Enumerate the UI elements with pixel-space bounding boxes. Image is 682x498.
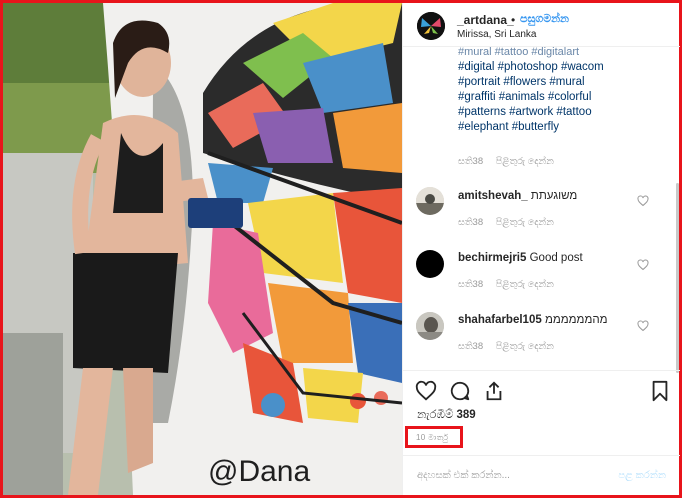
comment-text: מהממממממ xyxy=(544,314,608,326)
comment-age[interactable]: සති38 xyxy=(458,279,483,290)
post-media[interactable]: @Dana xyxy=(3,3,402,495)
comment-meta: සති38 පිළිතුරු දෙන්න xyxy=(458,279,564,290)
comment-meta: සති38 පිළිතුරු දෙන්න xyxy=(458,341,564,352)
author-avatar[interactable] xyxy=(417,12,445,40)
comment-text: Good post xyxy=(529,252,583,264)
comment-text: משוגעתת xyxy=(530,190,578,202)
follow-button[interactable]: පසුගමන්න xyxy=(520,13,569,26)
like-comment-heart-icon[interactable] xyxy=(637,195,649,207)
post-caption: #mural #tattoo #digitalart #digital #pho… xyxy=(458,46,668,135)
user-photo-icon xyxy=(416,312,444,340)
comments-scrollbar[interactable] xyxy=(676,183,679,373)
comment-username[interactable]: bechirmejri5 xyxy=(458,252,526,264)
caption-line[interactable]: #portrait #flowers #mural xyxy=(458,75,668,90)
comment-item: shahafarbel105 מהממממממ xyxy=(458,314,608,326)
user-photo-icon xyxy=(416,187,444,215)
butterfly-avatar-icon xyxy=(417,12,445,40)
comment-reply-button[interactable]: පිළිතුරු දෙන්න xyxy=(496,279,554,290)
post-location[interactable]: Mirissa, Sri Lanka xyxy=(457,29,536,40)
comment-meta: සති38 පිළිතුරු දෙන්න xyxy=(458,217,564,228)
caption-line[interactable]: #patterns #artwork #tattoo xyxy=(458,105,668,120)
views-number: 389 xyxy=(456,409,476,421)
comment-item: bechirmejri5 Good post xyxy=(458,252,583,264)
comment-username[interactable]: shahafarbel105 xyxy=(458,314,542,326)
like-comment-heart-icon[interactable] xyxy=(637,259,649,271)
caption-line[interactable]: #graffiti #animals #colorful xyxy=(458,90,668,105)
caption-age[interactable]: සති38 xyxy=(458,156,483,167)
post-panel: _artdana_ • පසුගමන්න Mirissa, Sri Lanka … xyxy=(402,3,680,495)
post-comment-button[interactable]: පළ කරන්න xyxy=(618,470,666,481)
views-label: නැරඹීම් xyxy=(417,409,454,421)
mural-photo: @Dana xyxy=(3,3,402,495)
comment-reply-button[interactable]: පිළිතුරු දෙන්න xyxy=(496,341,554,352)
share-icon[interactable] xyxy=(483,380,505,402)
comment-input[interactable]: අදහසක් එක් කරන්න... xyxy=(417,470,510,481)
post-header: _artdana_ • පසුගමන්න Mirissa, Sri Lanka xyxy=(403,3,680,47)
caption-line[interactable]: #elephant #butterfly xyxy=(458,120,668,135)
commenter-avatar[interactable] xyxy=(416,312,444,340)
caption-line[interactable]: #digital #photoshop #wacom xyxy=(458,60,668,75)
comment-age[interactable]: සති38 xyxy=(458,217,483,228)
comment-icon[interactable] xyxy=(449,380,471,402)
comment-item: amitshevah_ משוגעתת xyxy=(458,190,577,202)
comment-reply-button[interactable]: පිළිතුරු දෙන්න xyxy=(496,217,554,228)
commenter-avatar[interactable] xyxy=(416,250,444,278)
comment-age[interactable]: සති38 xyxy=(458,341,483,352)
wall-signature: @Dana xyxy=(208,455,310,488)
caption-line-partial[interactable]: #mural #tattoo #digitalart xyxy=(458,45,668,60)
action-bar xyxy=(403,370,680,402)
views-count[interactable]: නැරඹීම් 389 xyxy=(417,409,476,422)
caption-reply-button[interactable]: පිළිතුරු දෙන්න xyxy=(496,156,554,167)
heart-icon[interactable] xyxy=(415,380,437,402)
author-username[interactable]: _artdana_ xyxy=(457,13,514,27)
separator-dot: • xyxy=(511,13,516,27)
post-date[interactable]: 10 මාර්තු xyxy=(416,433,448,443)
commenter-avatar[interactable] xyxy=(416,187,444,215)
caption-meta: සති38 පිළිතුරු දෙන්න xyxy=(458,156,564,167)
bookmark-icon[interactable] xyxy=(649,380,671,402)
comment-username[interactable]: amitshevah_ xyxy=(458,190,528,202)
like-comment-heart-icon[interactable] xyxy=(637,320,649,332)
comment-composer: අදහසක් එක් කරන්න... පළ කරන්න xyxy=(403,455,680,495)
